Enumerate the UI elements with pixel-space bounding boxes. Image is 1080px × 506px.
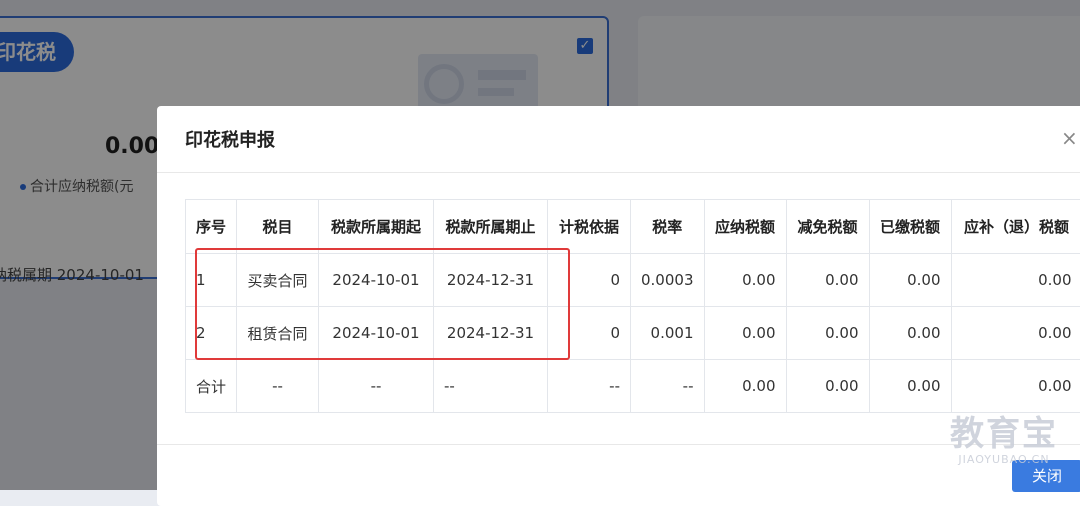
cell-item: 买卖合同 bbox=[237, 254, 319, 307]
cell-index: 2 bbox=[186, 307, 237, 360]
cell-total-period-start: -- bbox=[319, 360, 434, 413]
col-header-tax-basis: 计税依据 bbox=[548, 200, 631, 254]
cell-period-start: 2024-10-01 bbox=[319, 254, 434, 307]
cell-tax-paid: 0.00 bbox=[869, 307, 951, 360]
cell-tax-paid: 0.00 bbox=[869, 254, 951, 307]
table-row: 1 买卖合同 2024-10-01 2024-12-31 0 0.0003 0.… bbox=[186, 254, 1080, 307]
col-header-tax-payable: 应纳税额 bbox=[704, 200, 786, 254]
col-header-tax-rate: 税率 bbox=[631, 200, 705, 254]
cell-period-start: 2024-10-01 bbox=[319, 307, 434, 360]
cell-index: 1 bbox=[186, 254, 237, 307]
col-header-tax-paid: 已缴税额 bbox=[869, 200, 951, 254]
cell-total-tax-reduction: 0.00 bbox=[786, 360, 869, 413]
cell-total-tax-paid: 0.00 bbox=[869, 360, 951, 413]
cell-tax-reduction: 0.00 bbox=[786, 254, 869, 307]
cell-tax-due: 0.00 bbox=[951, 307, 1080, 360]
cell-tax-basis: 0 bbox=[548, 254, 631, 307]
cell-period-end: 2024-12-31 bbox=[434, 307, 548, 360]
watermark-domain: JIAOYUBAO.CN bbox=[950, 453, 1058, 466]
cell-total-tax-rate: -- bbox=[631, 360, 705, 413]
table-header-row: 序号 税目 税款所属期起 税款所属期止 计税依据 税率 应纳税额 减免税额 已缴… bbox=[186, 200, 1080, 254]
modal-header: 印花税申报 × bbox=[157, 106, 1080, 173]
cell-tax-due: 0.00 bbox=[951, 254, 1080, 307]
cell-tax-reduction: 0.00 bbox=[786, 307, 869, 360]
cell-total-label: 合计 bbox=[186, 360, 237, 413]
col-header-index: 序号 bbox=[186, 200, 237, 254]
cell-total-period-end: -- bbox=[434, 360, 548, 413]
col-header-tax-due: 应补（退）税额 bbox=[951, 200, 1080, 254]
table-total-row: 合计 -- -- -- -- -- 0.00 0.00 0.00 0.00 bbox=[186, 360, 1080, 413]
cell-period-end: 2024-12-31 bbox=[434, 254, 548, 307]
cell-tax-basis: 0 bbox=[548, 307, 631, 360]
col-header-period-start: 税款所属期起 bbox=[319, 200, 434, 254]
watermark-logo: 教育宝 JIAOYUBAO.CN bbox=[950, 415, 1058, 466]
cell-total-tax-basis: -- bbox=[548, 360, 631, 413]
cell-total-item: -- bbox=[237, 360, 319, 413]
col-header-period-end: 税款所属期止 bbox=[434, 200, 548, 254]
tax-table: 序号 税目 税款所属期起 税款所属期止 计税依据 税率 应纳税额 减免税额 已缴… bbox=[185, 199, 1080, 413]
watermark-text: 教育宝 bbox=[950, 415, 1058, 453]
cell-item: 租赁合同 bbox=[237, 307, 319, 360]
modal-footer-divider bbox=[157, 444, 1080, 445]
cell-tax-payable: 0.00 bbox=[704, 254, 786, 307]
cell-total-tax-payable: 0.00 bbox=[704, 360, 786, 413]
cell-total-tax-due: 0.00 bbox=[951, 360, 1080, 413]
cell-tax-payable: 0.00 bbox=[704, 307, 786, 360]
close-icon[interactable]: × bbox=[1061, 126, 1078, 150]
col-header-tax-reduction: 减免税额 bbox=[786, 200, 869, 254]
modal-title: 印花税申报 bbox=[185, 126, 275, 152]
table-row: 2 租赁合同 2024-10-01 2024-12-31 0 0.001 0.0… bbox=[186, 307, 1080, 360]
col-header-item: 税目 bbox=[237, 200, 319, 254]
stamp-tax-declaration-modal: 印花税申报 × 序号 税目 税款所属期起 税款所属期止 计税依据 税率 应纳税额… bbox=[157, 106, 1080, 506]
cell-tax-rate: 0.0003 bbox=[631, 254, 705, 307]
cell-tax-rate: 0.001 bbox=[631, 307, 705, 360]
